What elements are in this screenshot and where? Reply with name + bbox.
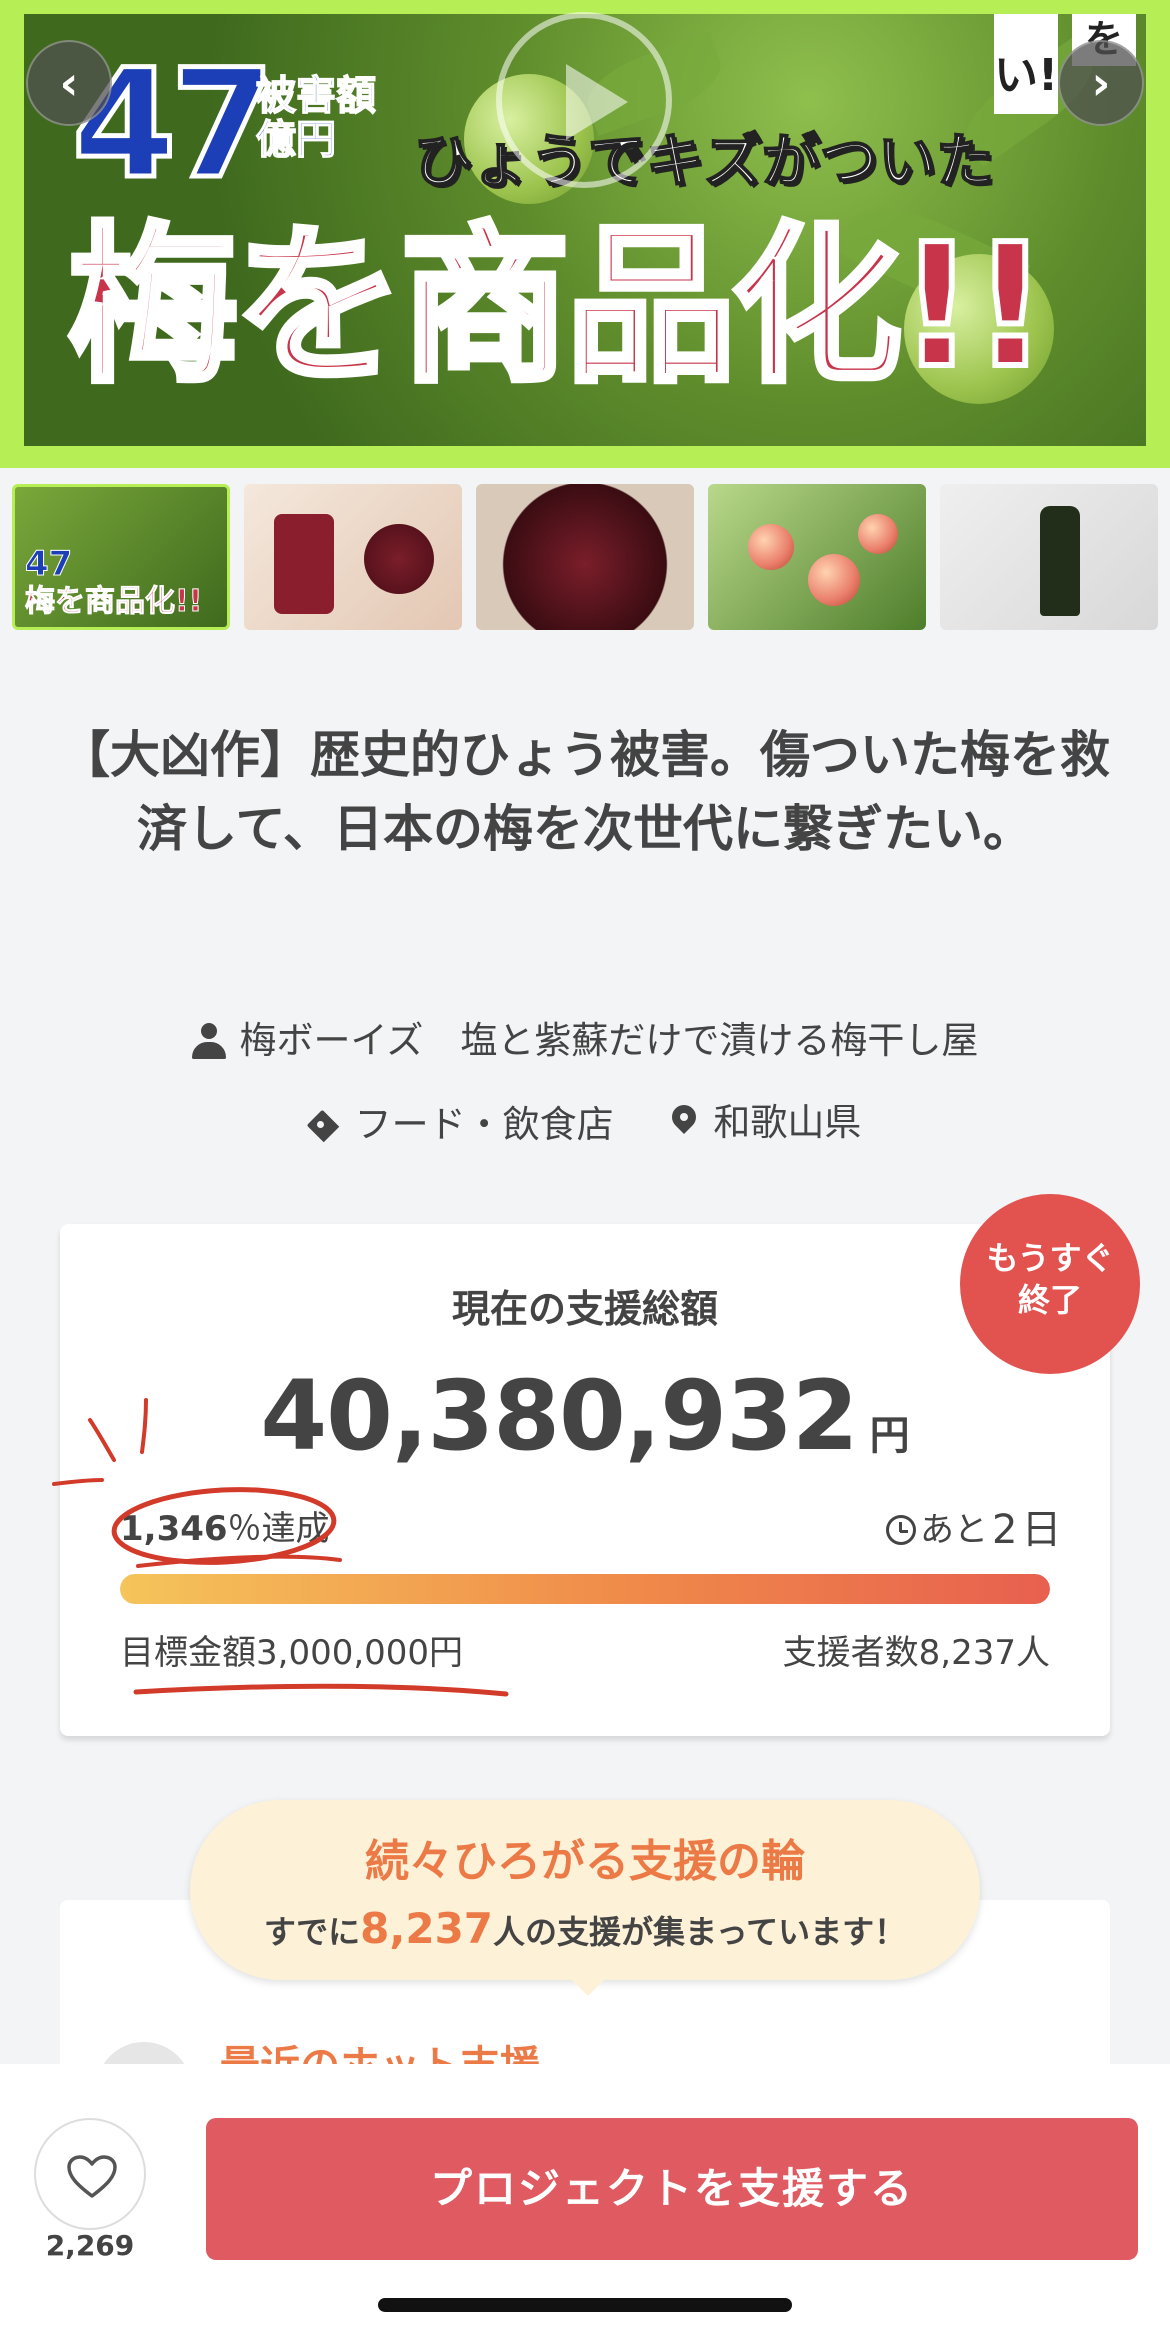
remaining-days: 2 [992, 1507, 1018, 1553]
thumbnail-1[interactable]: 47 梅を商品化!! [12, 484, 230, 630]
thumbnail-1-number: 47 [24, 544, 73, 584]
hero-carousel[interactable]: 47 被害額億円 ひょうでキズがついた 梅を商品化!! い! を ‹ › [0, 0, 1170, 468]
support-text-suffix: 人の支援が集まっています！ [493, 1913, 907, 1951]
funding-amount-row: 40,380,932 円 [0, 1368, 1170, 1464]
jar-image [274, 514, 334, 614]
hero-main-text: 梅を商品化!! [65, 208, 1052, 406]
home-indicator [378, 2298, 792, 2312]
clock-icon [886, 1515, 916, 1545]
like-button[interactable] [34, 2118, 146, 2230]
progress-bar-fill [120, 1574, 1050, 1604]
carousel-next-button[interactable]: › [1058, 40, 1144, 126]
owner-link[interactable]: 梅ボーイズ 塩と紫蘇だけで漬ける梅干し屋 [191, 1019, 979, 1062]
backers-count: 支援者数8,237人 [782, 1633, 1050, 1673]
support-text-prefix: すでに [263, 1913, 361, 1951]
funding-currency: 円 [869, 1413, 910, 1459]
achievement-number: 1,346 [120, 1509, 228, 1549]
heart-icon [67, 2155, 117, 2198]
carousel-prev-button[interactable]: ‹ [26, 40, 112, 126]
play-video-icon[interactable] [496, 12, 672, 188]
remaining-prefix: あと [920, 1510, 988, 1550]
thumbnail-strip: 47 梅を商品化!! [12, 484, 1162, 630]
remaining-suffix: 日 [1021, 1507, 1062, 1553]
hero-damage-label: 被害額億円 [255, 73, 377, 163]
achievement-rate: 1,346％達成 [120, 1512, 330, 1546]
location-link[interactable]: 和歌山県 [669, 1104, 861, 1141]
support-bubble-text: すでに8,237人の支援が集まっています！ [190, 1908, 980, 1950]
support-bubble-title: 続々ひろがる支援の輪 [365, 1836, 805, 1887]
hero-subtitle: ひょうでキズがついた [413, 127, 995, 195]
achievement-suffix: ％達成 [227, 1509, 330, 1549]
thumbnail-3[interactable] [476, 484, 694, 630]
thumbnail-5[interactable] [940, 484, 1158, 630]
location-pin-icon [669, 1105, 699, 1141]
category-row: フード・飲食店 和歌山県 [0, 1104, 1170, 1147]
user-icon [191, 1022, 226, 1059]
tag-icon [309, 1109, 341, 1141]
owner-row: 梅ボーイズ 塩と紫蘇だけで漬ける梅干し屋 [0, 1022, 1170, 1065]
thumbnail-2[interactable] [244, 484, 462, 630]
category-name: フード・飲食店 [354, 1103, 614, 1146]
goal-amount: 目標金額3,000,000円 [120, 1633, 464, 1673]
owner-name: 梅ボーイズ 塩と紫蘇だけで漬ける梅干し屋 [239, 1019, 979, 1062]
thumbnail-4[interactable] [708, 484, 926, 630]
ending-soon-badge: もうすぐ 終了 [960, 1194, 1140, 1374]
time-remaining: あと 2 日 [886, 1510, 1061, 1550]
support-project-button[interactable]: プロジェクトを支援する [206, 2118, 1138, 2260]
funding-amount: 40,380,932 [260, 1360, 858, 1472]
support-bubble: 続々ひろがる支援の輪 すでに8,237人の支援が集まっています！ [190, 1800, 980, 1996]
thumbnail-1-text: 梅を商品化!! [24, 584, 203, 619]
hero-tag: い! [994, 14, 1058, 114]
support-count: 8,237 [360, 1904, 494, 1953]
progress-bar [120, 1574, 1050, 1604]
like-count: 2,269 [45, 2229, 135, 2262]
category-link[interactable]: フード・飲食店 [309, 1106, 614, 1143]
funding-label: 現在の支援総額 [451, 1287, 718, 1331]
location-name: 和歌山県 [713, 1101, 862, 1144]
bottle-image [1040, 506, 1080, 616]
project-title: 【大凶作】歴史的ひょう被害。傷ついた梅を救済して、日本の梅を次世代に繋ぎたい。 [60, 726, 1110, 858]
